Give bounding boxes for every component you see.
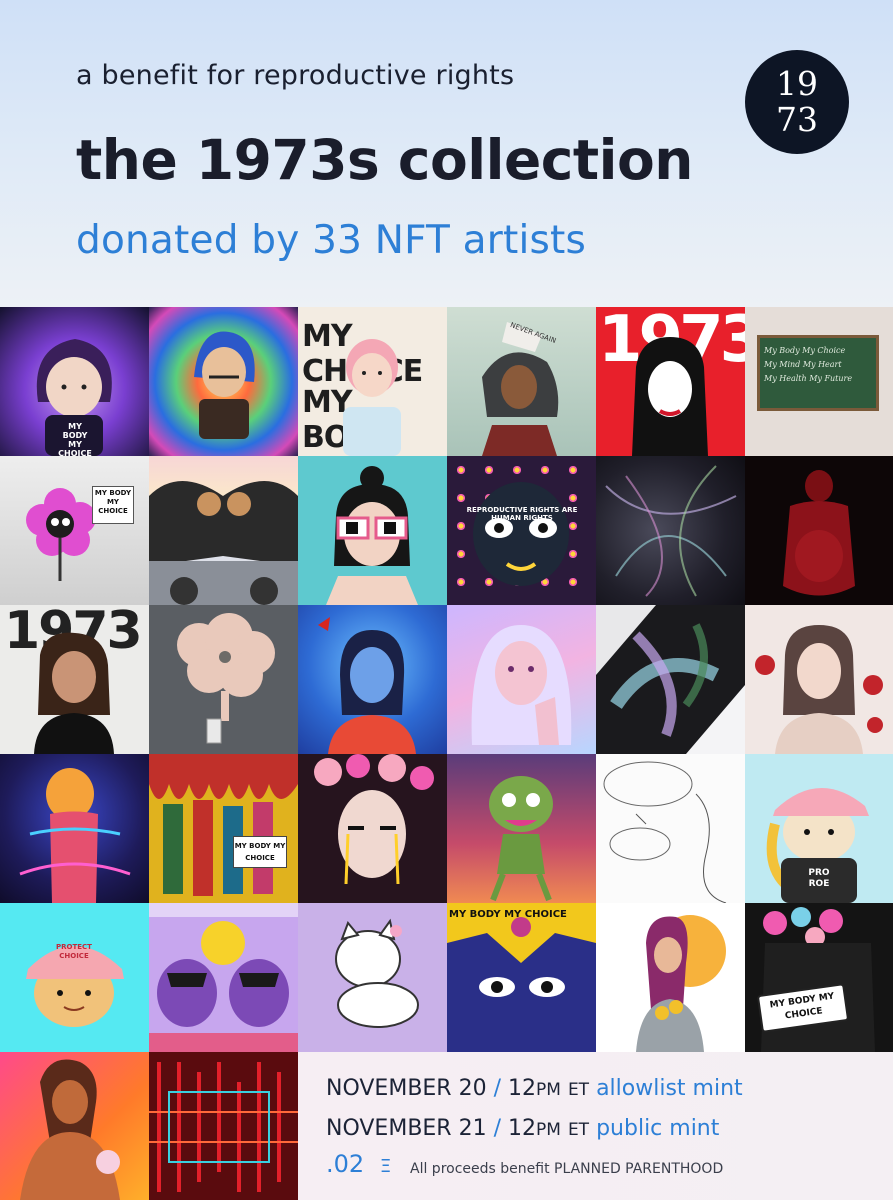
artwork-image: [755, 625, 883, 754]
separator: /: [493, 1076, 502, 1101]
artwork-tile[interactable]: [149, 605, 298, 754]
header-banner: a benefit for reproductive rights the 19…: [0, 0, 893, 307]
separator: /: [493, 1116, 502, 1141]
artwork-image: [177, 613, 275, 744]
artwork-image: [632, 337, 708, 456]
artwork-image: [318, 617, 416, 754]
mint-time: 12: [508, 1116, 537, 1141]
artwork-image: [471, 625, 572, 745]
artwork-image: [26, 946, 124, 1027]
mint-kind: public mint: [596, 1116, 720, 1141]
mint-timezone: ET: [567, 1080, 590, 1100]
artwork-tile[interactable]: 1973: [596, 307, 745, 456]
artwork-tile[interactable]: MY BODY MY CHOICE: [0, 456, 149, 605]
artwork-tile[interactable]: MY BODY MY CHOICE: [149, 754, 298, 903]
artwork-image: [783, 470, 855, 596]
page-title: the 1973s collection: [76, 128, 693, 192]
subtitle: a benefit for reproductive rights: [76, 60, 515, 91]
mint-date: NOVEMBER 20: [326, 1076, 487, 1101]
1973-logo: 19 73: [745, 50, 849, 154]
mint-time: 12: [508, 1076, 537, 1101]
artwork-tile[interactable]: [447, 605, 596, 754]
artwork-tile[interactable]: MY BODY MY CHOICE: [745, 903, 893, 1052]
artwork-image: [447, 917, 596, 1052]
tagline: donated by 33 NFT artists: [76, 218, 587, 263]
mint-time-unit: PM: [536, 1120, 561, 1140]
artwork-tile[interactable]: MY BODY MY CHOICE: [0, 307, 149, 456]
artwork-image: [149, 903, 298, 1052]
artwork-image: [19, 768, 131, 903]
artwork-image: [489, 776, 553, 902]
artwork-tile[interactable]: [596, 903, 745, 1052]
artwork-tile[interactable]: [0, 1052, 149, 1200]
chalk-line: My Mind My Heart: [764, 360, 842, 369]
chalkboard: My Body My Choice My Mind My Heart My He…: [757, 335, 879, 411]
artwork-tile[interactable]: PROTECT CHOICE: [0, 903, 149, 1052]
artwork-tile[interactable]: [745, 456, 893, 605]
artwork-tile[interactable]: [745, 605, 893, 754]
artwork-image: [473, 482, 569, 586]
chalk-line: My Health My Future: [764, 374, 853, 383]
artwork-image: [636, 915, 726, 1052]
artwork-tile[interactable]: [0, 754, 149, 903]
artwork-tile[interactable]: MY CHOICE MY BODY: [298, 307, 447, 456]
artwork-image: [314, 754, 434, 885]
chalk-line: My Body My Choice: [764, 346, 846, 355]
artwork-image: [605, 465, 737, 597]
tile-caption: PROTECT CHOICE: [56, 943, 92, 960]
tile-caption: MY BODY MY CHOICE: [92, 486, 134, 524]
artwork-tile[interactable]: [298, 605, 447, 754]
artwork-image: [149, 481, 298, 605]
mint-kind: allowlist mint: [596, 1076, 743, 1101]
artwork-image: [326, 466, 418, 605]
artwork-tile[interactable]: [596, 605, 745, 754]
logo-line-1: 19: [776, 64, 818, 103]
artwork-image: [149, 754, 298, 896]
mint-schedule-public: NOVEMBER 21 / 12PM ET public mint: [326, 1116, 719, 1141]
artwork-tile[interactable]: [149, 903, 298, 1052]
artwork-tile[interactable]: My Body My Choice My Mind My Heart My He…: [745, 307, 893, 456]
artwork-tile[interactable]: [298, 754, 447, 903]
logo-line-2: 73: [776, 100, 818, 139]
artwork-tile[interactable]: 1973: [0, 605, 149, 754]
artwork-tile[interactable]: PRO ROE: [745, 754, 893, 903]
price-value: .02: [326, 1150, 365, 1178]
artwork-tile[interactable]: [149, 307, 298, 456]
mint-price: .02 Ξ: [326, 1150, 391, 1178]
artwork-image: [335, 918, 419, 1028]
artwork-tile[interactable]: [149, 456, 298, 605]
artwork-tile[interactable]: NEVER AGAIN: [447, 307, 596, 456]
artwork-image: [20, 1059, 120, 1200]
tile-caption: MY BODY MY CHOICE: [233, 836, 287, 868]
artwork-tile[interactable]: [596, 754, 745, 903]
artwork-tile[interactable]: [447, 754, 596, 903]
artwork-tile[interactable]: REPRODUCTIVE RIGHTS ARE HUMAN RIGHTS: [447, 456, 596, 605]
artwork-tile[interactable]: [596, 456, 745, 605]
tile-caption: REPRODUCTIVE RIGHTS ARE HUMAN RIGHTS: [466, 506, 578, 522]
artwork-image: [596, 605, 745, 754]
artwork-tile[interactable]: [149, 1052, 298, 1200]
artwork-image: [194, 331, 255, 439]
artwork-tile[interactable]: [298, 903, 447, 1052]
mint-date: NOVEMBER 21: [326, 1116, 487, 1141]
artwork-image: [343, 339, 401, 456]
tile-caption: MY BODY MY CHOICE: [449, 909, 567, 920]
mint-timezone: ET: [567, 1120, 590, 1140]
artwork-tile[interactable]: MY BODY MY CHOICE: [447, 903, 596, 1052]
artwork-tile[interactable]: [298, 456, 447, 605]
artwork-image: [26, 488, 96, 581]
tile-caption: PRO ROE: [808, 868, 830, 889]
proceeds-note: All proceeds benefit PLANNED PARENTHOOD: [410, 1161, 724, 1177]
tile-caption: MY BODY MY CHOICE: [58, 422, 92, 456]
mint-time-unit: PM: [536, 1080, 561, 1100]
artwork-image: [149, 1062, 298, 1192]
artwork-image: [34, 632, 114, 754]
mint-schedule-allowlist: NOVEMBER 20 / 12PM ET allowlist mint: [326, 1076, 743, 1101]
ethereum-icon: Ξ: [379, 1156, 392, 1177]
artwork-image: [603, 761, 727, 903]
